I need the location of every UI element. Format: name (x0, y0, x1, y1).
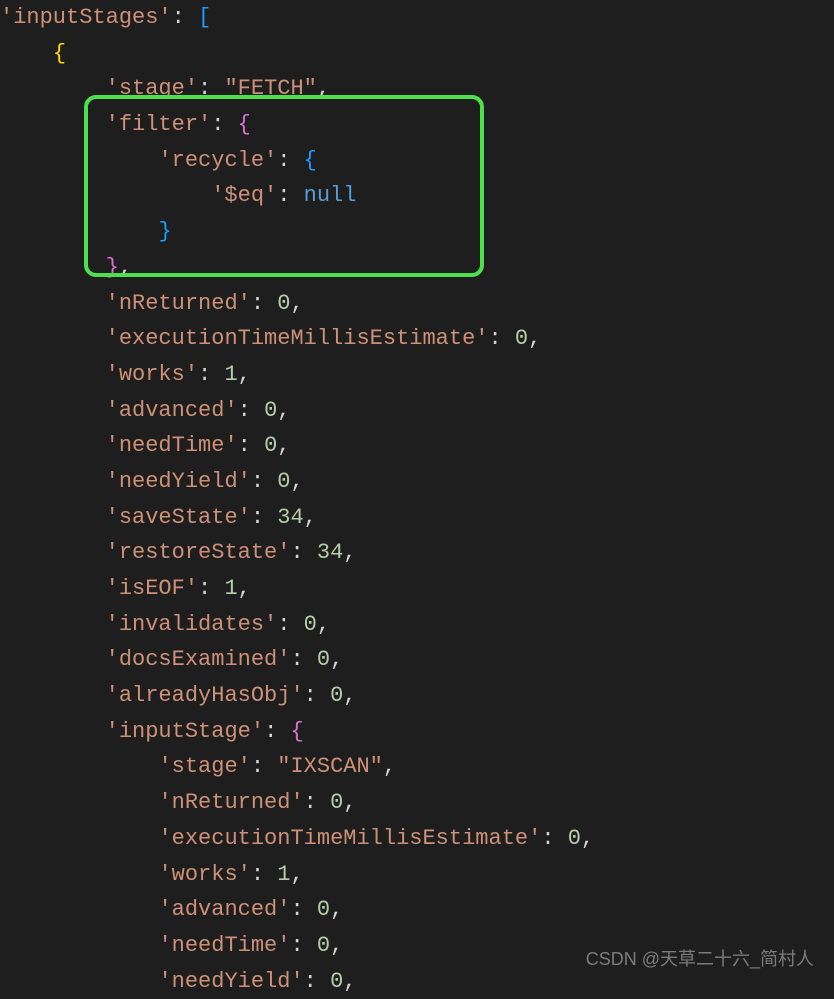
code-line: 'inputStages': [ (0, 0, 834, 36)
code-line: 'isEOF': 1, (0, 571, 834, 607)
code-editor[interactable]: 'inputStages': [ { 'stage': "FETCH", 'fi… (0, 0, 834, 999)
json-value: 0 (264, 433, 277, 458)
json-value: 1 (277, 862, 290, 887)
code-line: 'stage': "FETCH", (0, 71, 834, 107)
json-key: 'inputStages' (0, 5, 172, 30)
json-key: 'advanced' (106, 398, 238, 423)
code-line: 'filter': { (0, 107, 834, 143)
json-value: 0 (277, 291, 290, 316)
json-key: 'isEOF' (106, 576, 198, 601)
watermark-text: CSDN @天草二十六_简村人 (586, 945, 814, 974)
code-line: 'works': 1, (0, 857, 834, 893)
code-line: { (0, 36, 834, 72)
json-key: 'inputStage' (106, 719, 264, 744)
json-value: 0 (330, 969, 343, 994)
code-line: 'stage': "IXSCAN", (0, 749, 834, 785)
code-line: 'needYield': 0, (0, 464, 834, 500)
code-line: 'advanced': 0, (0, 393, 834, 429)
json-value: 0 (317, 647, 330, 672)
json-key: 'needTime' (158, 933, 290, 958)
json-value: 0 (277, 469, 290, 494)
json-key: 'needYield' (158, 969, 303, 994)
code-line: 'works': 1, (0, 357, 834, 393)
json-key: 'stage' (158, 754, 250, 779)
json-value: null (304, 183, 357, 208)
json-key: 'stage' (106, 76, 198, 101)
code-line: 'executionTimeMillisEstimate': 0, (0, 821, 834, 857)
json-key: 'alreadyHasObj' (106, 683, 304, 708)
code-line: 'advanced': 0, (0, 892, 834, 928)
code-line: 'nReturned': 0, (0, 286, 834, 322)
code-line: 'needTime': 0, (0, 428, 834, 464)
code-line: 'recycle': { (0, 143, 834, 179)
json-value: 0 (330, 790, 343, 815)
json-key: 'docsExamined' (106, 647, 291, 672)
code-line: 'executionTimeMillisEstimate': 0, (0, 321, 834, 357)
json-key: 'works' (106, 362, 198, 387)
code-line: }, (0, 250, 834, 286)
json-value: "IXSCAN" (277, 754, 383, 779)
json-value: "FETCH" (224, 76, 316, 101)
json-key: 'executionTimeMillisEstimate' (106, 326, 489, 351)
code-line: 'saveState': 34, (0, 500, 834, 536)
code-line: 'invalidates': 0, (0, 607, 834, 643)
json-key: 'restoreState' (106, 540, 291, 565)
json-key: 'nReturned' (158, 790, 303, 815)
json-key: 'recycle' (158, 148, 277, 173)
code-line: 'nReturned': 0, (0, 785, 834, 821)
json-value: 0 (568, 826, 581, 851)
json-value: 34 (317, 540, 343, 565)
json-value: 1 (224, 576, 237, 601)
json-value: 0 (330, 683, 343, 708)
code-line: 'inputStage': { (0, 714, 834, 750)
json-key: 'needTime' (106, 433, 238, 458)
code-line: } (0, 214, 834, 250)
json-value: 0 (304, 612, 317, 637)
code-line: 'restoreState': 34, (0, 535, 834, 571)
json-key: 'saveState' (106, 505, 251, 530)
json-key: 'advanced' (158, 897, 290, 922)
json-value: 0 (264, 398, 277, 423)
json-value: 0 (317, 897, 330, 922)
json-key: 'works' (158, 862, 250, 887)
json-key: 'executionTimeMillisEstimate' (158, 826, 541, 851)
json-value: 34 (277, 505, 303, 530)
json-key: 'filter' (106, 112, 212, 137)
json-key: 'invalidates' (106, 612, 278, 637)
json-key: 'needYield' (106, 469, 251, 494)
code-line: '$eq': null (0, 178, 834, 214)
code-line: 'docsExamined': 0, (0, 642, 834, 678)
json-value: 0 (515, 326, 528, 351)
json-value: 0 (317, 933, 330, 958)
json-value: 1 (224, 362, 237, 387)
json-key: 'nReturned' (106, 291, 251, 316)
code-line: 'alreadyHasObj': 0, (0, 678, 834, 714)
json-key: '$eq' (211, 183, 277, 208)
